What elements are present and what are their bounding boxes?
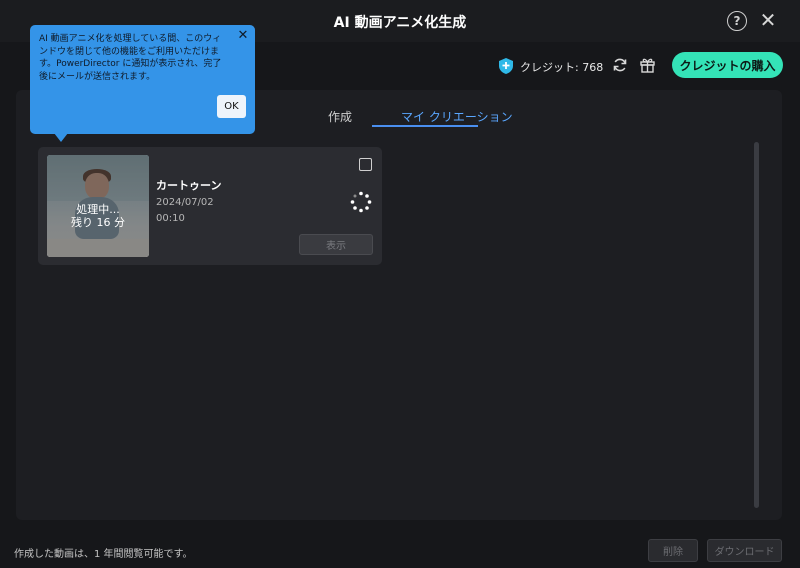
processing-label: 処理中... [76, 203, 120, 216]
tab-my-creations[interactable]: マイ クリエーション [401, 108, 513, 125]
loading-spinner-icon [350, 191, 372, 213]
creation-duration: 00:10 [156, 213, 185, 224]
view-button[interactable]: 表示 [299, 234, 373, 255]
tooltip-close-icon[interactable]: ✕ [236, 29, 250, 43]
close-icon[interactable]: ✕ [758, 10, 778, 30]
info-tooltip: AI 動画アニメ化を処理している間、このウィンドウを閉じて他の機能をご利用いただ… [30, 25, 255, 134]
remaining-time: 残り 16 分 [71, 216, 125, 229]
tooltip-arrow [54, 133, 68, 142]
creation-date: 2024/07/02 [156, 197, 214, 208]
refresh-icon[interactable] [612, 57, 628, 73]
select-checkbox[interactable] [359, 158, 372, 171]
tooltip-ok-button[interactable]: OK [217, 95, 246, 118]
buy-credits-button[interactable]: クレジットの購入 [672, 52, 783, 78]
creations-panel: 作成 マイ クリエーション 処理中... 残り 16 分 カートゥーン 2024… [16, 90, 782, 520]
vertical-scrollbar[interactable] [754, 142, 759, 508]
gift-icon[interactable] [639, 56, 656, 73]
retention-note: 作成した動画は、1 年間閲覧可能です。 [14, 549, 193, 560]
creation-style-name: カートゥーン [156, 179, 222, 192]
question-circle-icon[interactable]: ? [727, 11, 747, 31]
tooltip-message: AI 動画アニメ化を処理している間、このウィンドウを閉じて他の機能をご利用いただ… [39, 34, 222, 82]
tab-create[interactable]: 作成 [328, 108, 352, 125]
delete-button[interactable]: 削除 [648, 539, 698, 562]
download-button[interactable]: ダウンロード [707, 539, 782, 562]
credits-label: クレジット: 768 [520, 61, 604, 74]
active-tab-indicator [372, 125, 478, 127]
video-thumbnail: 処理中... 残り 16 分 [47, 155, 149, 257]
processing-status: 処理中... 残り 16 分 [47, 203, 149, 229]
creation-card: 処理中... 残り 16 分 カートゥーン 2024/07/02 00:10 表… [38, 147, 382, 265]
credit-shield-icon [499, 58, 513, 74]
